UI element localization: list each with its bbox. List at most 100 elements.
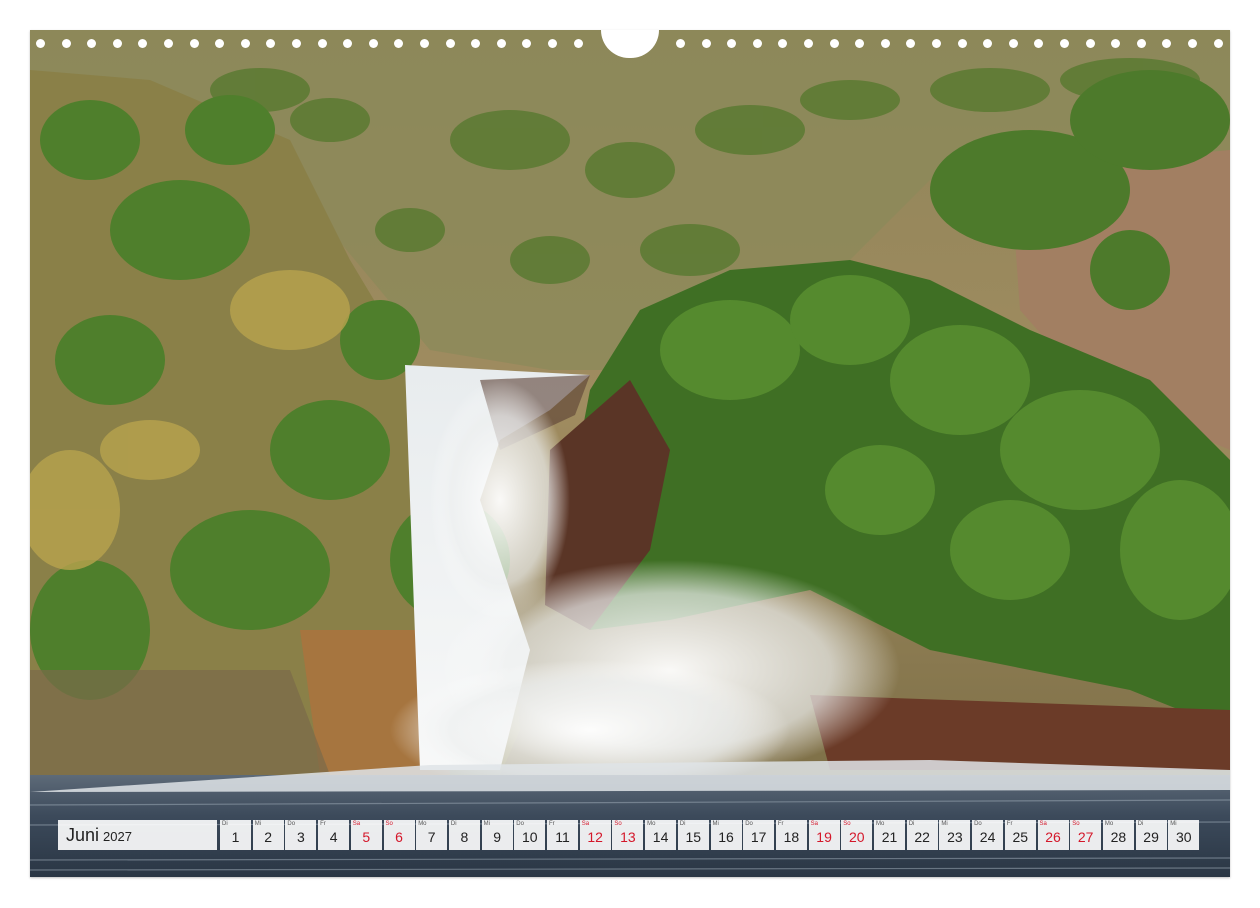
weekday-label: Fr [1006, 821, 1013, 827]
weekday-label: Fr [777, 821, 784, 827]
calendar-day: Mi 23 [939, 820, 971, 850]
weekday-label: Mi [254, 821, 262, 827]
weekday-label: Do [745, 821, 753, 827]
binding-hole [906, 39, 916, 48]
binding-hole [1060, 39, 1069, 48]
calendar-day: Do 3 [285, 820, 317, 850]
calendar-day: Sa 19 [808, 820, 840, 850]
binding-hole [804, 39, 813, 48]
binding-hole [87, 39, 97, 48]
binding-hole [983, 39, 993, 48]
day-number: 9 [493, 829, 501, 845]
calendar-day: Mi 2 [252, 820, 284, 850]
calendar-day: Fr 11 [547, 820, 578, 850]
binding-hole [394, 39, 404, 48]
calendar-day: Fr 25 [1004, 820, 1036, 850]
day-number: 12 [587, 829, 603, 845]
weekday-label: Mi [712, 821, 719, 827]
day-number: 15 [685, 829, 702, 845]
binding-hole [1213, 39, 1223, 48]
weekday-label: So [614, 821, 622, 827]
binding-hole [676, 39, 685, 48]
day-number: 3 [296, 829, 305, 845]
binding-hole [932, 39, 941, 48]
weekday-label: Mi [941, 821, 948, 827]
weekday-label: So [385, 821, 393, 827]
calendar-day: Fr 4 [318, 820, 350, 850]
binding-hole [829, 39, 839, 48]
calendar-day: Mo 28 [1102, 820, 1134, 850]
binding-hole [573, 39, 583, 48]
calendar-day: So 13 [612, 820, 644, 850]
day-number: 14 [652, 829, 669, 845]
binding-hole [189, 39, 199, 48]
day-number: 10 [522, 829, 538, 845]
weekday-label: Di [908, 821, 915, 827]
binding-hole [1136, 39, 1146, 48]
calendar-day: Mo 7 [416, 820, 448, 850]
binding-hole [752, 39, 762, 48]
binding-hole [215, 39, 225, 48]
weekday-label: Do [974, 821, 982, 827]
day-number: 25 [1012, 829, 1029, 845]
weekday-label: So [843, 821, 851, 827]
hanger-notch [601, 30, 659, 58]
calendar-day: Di 8 [448, 820, 480, 850]
binding-hole [701, 39, 711, 48]
spiral-binding [30, 30, 1230, 58]
day-number: 27 [1077, 829, 1094, 845]
calendar-day: So 27 [1070, 820, 1102, 850]
binding-hole [138, 39, 148, 48]
binding-hole [240, 39, 250, 48]
calendar-day: So 6 [383, 820, 415, 850]
weekday-label: Mi [1170, 821, 1177, 827]
binding-hole [61, 39, 71, 48]
binding-hole [727, 39, 737, 48]
day-number: 1 [231, 829, 240, 845]
day-number: 17 [750, 829, 767, 845]
binding-hole [522, 39, 532, 48]
calendar-day: Mi 30 [1168, 820, 1200, 850]
calendar-day: So 20 [841, 820, 873, 850]
binding-hole [445, 39, 455, 48]
calendar-day: Di 1 [220, 820, 251, 850]
calendar-day: Mi 16 [710, 820, 742, 850]
binding-hole [496, 39, 506, 48]
weekday-label: Sa [810, 821, 818, 827]
day-number: 30 [1176, 829, 1192, 845]
weekday-label: Fr [320, 821, 326, 827]
binding-hole [1034, 39, 1044, 48]
binding-hole [317, 39, 327, 48]
day-number: 26 [1045, 829, 1061, 845]
binding-hole [1188, 39, 1197, 48]
day-number: 2 [264, 829, 273, 845]
day-number: 23 [947, 829, 963, 845]
calendar-day: Di 15 [677, 820, 709, 850]
weekday-label: Sa [1039, 821, 1047, 827]
weekday-label: Di [450, 821, 457, 827]
waterfall-photo [30, 30, 1230, 877]
day-number: 21 [881, 829, 898, 845]
binding-hole [1008, 39, 1018, 48]
day-number: 18 [783, 829, 800, 845]
weekday-label: Fr [549, 821, 555, 827]
binding-hole [548, 39, 557, 48]
calendar-day: Do 24 [972, 820, 1004, 850]
day-number: 5 [362, 829, 371, 845]
month-year: 2027 [103, 829, 132, 844]
binding-hole [778, 39, 788, 48]
day-number: 19 [816, 829, 832, 845]
binding-hole [471, 39, 481, 48]
month-name: Juni [66, 824, 100, 845]
calendar-day: Sa 26 [1037, 820, 1069, 850]
weekday-label: Mo [876, 821, 885, 827]
weekday-label: Mo [418, 821, 427, 827]
day-number: 7 [427, 829, 436, 845]
weekday-label: Do [516, 821, 524, 827]
binding-hole [266, 39, 276, 48]
month-label: Juni 2027 [58, 820, 217, 850]
calendar-day: Di 29 [1135, 820, 1167, 850]
binding-hole [343, 39, 353, 48]
binding-hole [420, 39, 429, 48]
weekday-label: So [1072, 821, 1080, 827]
